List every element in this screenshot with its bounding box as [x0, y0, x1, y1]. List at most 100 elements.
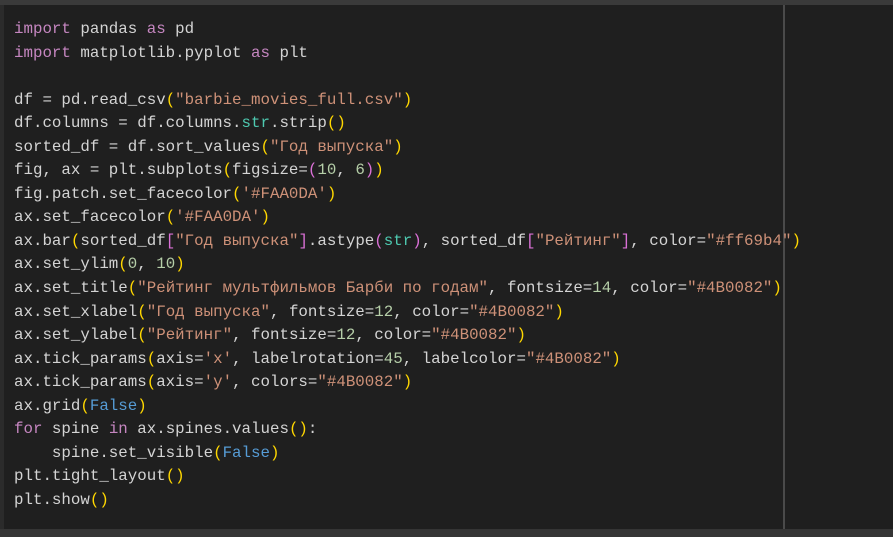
code-line[interactable]: import matplotlib.pyplot as plt — [14, 42, 801, 66]
code-editor[interactable]: import pandas as pd import matplotlib.pyp… — [14, 18, 801, 512]
code-token-id: ax.spines.values — [127, 420, 289, 439]
code-token-id: pd — [165, 20, 195, 38]
code-token-id: axis= — [156, 349, 204, 368]
code-token-br1: ) — [137, 396, 147, 415]
code-token-br1: ) — [772, 279, 782, 298]
code-token-br1: ( — [127, 279, 138, 298]
code-token-id: ax.set_ylabel — [14, 326, 138, 345]
code-token-id: , sorted_df — [421, 231, 526, 250]
code-token-id: , fontsize= — [488, 279, 593, 298]
code-token-str: '#FAA0DA' — [175, 208, 261, 227]
code-token-str: "Рейтинг мультфильмов Барби по годам" — [137, 279, 488, 298]
code-token-str: "barbie_movies_full.csv" — [175, 90, 403, 109]
code-token-br1: ( — [165, 90, 176, 109]
code-token-br1: ) — [260, 208, 270, 227]
code-token-br1: ) — [516, 326, 526, 345]
code-token-br1: ) — [554, 302, 564, 321]
code-line[interactable]: ax.tick_params(axis='y', colors="#4B0082… — [14, 371, 801, 395]
code-line[interactable]: ax.grid(False) — [14, 395, 801, 419]
code-token-id: , labelrotation= — [232, 349, 384, 368]
code-token-num: 12 — [336, 326, 356, 345]
code-token-br1: ( — [222, 161, 233, 180]
code-token-id: ax.bar — [14, 231, 71, 250]
code-line[interactable]: plt.tight_layout() — [14, 465, 801, 489]
code-token-br1: ) — [393, 137, 403, 156]
code-token-id: ax.tick_params — [14, 349, 147, 368]
code-token-id: , fontsize= — [232, 326, 337, 345]
code-token-str: '#FAA0DA' — [241, 184, 327, 203]
code-token-const: False — [89, 396, 138, 415]
horizontal-scrollbar[interactable] — [0, 529, 893, 537]
code-token-id: figsize= — [232, 161, 308, 180]
code-line[interactable]: ax.set_facecolor('#FAA0DA') — [14, 206, 801, 230]
code-token-str: "Рейтинг" — [535, 231, 621, 250]
code-token-str: "#4B0082" — [525, 349, 612, 368]
code-token-cls: str — [241, 114, 270, 133]
code-token-id: df.columns = df.columns. — [14, 114, 242, 133]
code-token-str: "#ff69b4" — [706, 231, 792, 250]
code-token-br1: ( — [80, 396, 90, 415]
code-token-br1: ) — [374, 161, 384, 180]
code-token-br1: ( — [137, 302, 147, 321]
code-line[interactable]: ax.bar(sorted_df["Год выпуска"].astype(s… — [14, 230, 801, 254]
code-token-id: ax.set_ylim — [14, 255, 119, 274]
code-token-br1: ) — [269, 443, 280, 462]
code-token-num: 12 — [374, 302, 394, 321]
code-token-br1: () — [288, 420, 308, 439]
code-line[interactable] — [14, 65, 801, 89]
code-token-id: pandas — [70, 20, 147, 38]
code-token-num: 45 — [383, 349, 403, 368]
code-token-str: "#4B0082" — [469, 302, 555, 321]
code-token-num: 0 — [127, 255, 138, 274]
code-line[interactable]: ax.set_title("Рейтинг мультфильмов Барби… — [14, 277, 801, 301]
code-token-br1: ) — [326, 184, 337, 203]
code-token-const: False — [222, 443, 270, 462]
code-token-id: : — [307, 420, 318, 439]
code-token-id: ax.set_title — [14, 279, 128, 298]
code-token-id: sorted_df — [80, 231, 166, 250]
code-token-br1: ) — [611, 349, 621, 368]
code-line[interactable]: for spine in ax.spines.values(): — [14, 418, 801, 442]
code-token-br2: ( — [374, 231, 384, 250]
code-token-id: df = pd.read_csv — [14, 90, 166, 109]
code-line[interactable]: fig, ax = plt.subplots(figsize=(10, 6)) — [14, 159, 801, 183]
code-token-id: .strip — [269, 114, 327, 133]
code-token-br2: [ — [165, 231, 176, 250]
code-line[interactable]: ax.set_ylabel("Рейтинг", fontsize=12, co… — [14, 324, 801, 348]
code-token-id: ax.set_facecolor — [14, 208, 166, 227]
code-token-str: "#4B0082" — [317, 373, 403, 392]
code-token-num: 14 — [592, 279, 612, 298]
code-token-str: 'y' — [203, 373, 233, 392]
code-token-str: "Рейтинг" — [146, 326, 233, 345]
code-token-br2: ) — [412, 231, 422, 250]
code-line[interactable]: df = pd.read_csv("barbie_movies_full.csv… — [14, 89, 801, 113]
code-token-br2: ) — [364, 161, 375, 180]
code-token-br1: () — [326, 114, 346, 133]
code-token-br1: ( — [137, 326, 147, 345]
code-token-br1: ( — [118, 255, 128, 274]
code-token-id: ax.grid — [14, 396, 81, 415]
code-token-br1: ( — [232, 184, 242, 203]
code-line[interactable]: df.columns = df.columns.str.strip() — [14, 112, 801, 136]
code-line[interactable]: ax.tick_params(axis='x', labelrotation=4… — [14, 348, 801, 372]
code-token-id: ax.set_xlabel — [14, 302, 138, 321]
code-token-br1: ( — [213, 443, 223, 462]
code-token-id: , fontsize= — [269, 302, 375, 321]
code-line[interactable]: ax.set_xlabel("Год выпуска", fontsize=12… — [14, 301, 801, 325]
code-token-str: "Год выпуска" — [269, 137, 394, 156]
code-line[interactable]: fig.patch.set_facecolor('#FAA0DA') — [14, 183, 801, 207]
code-token-br1: ( — [70, 231, 81, 250]
editor-top-border — [0, 0, 893, 5]
code-line[interactable]: spine.set_visible(False) — [14, 442, 801, 466]
code-line[interactable]: plt.show() — [14, 489, 801, 513]
code-token-kw: import — [14, 20, 71, 38]
code-line[interactable]: import pandas as pd — [14, 18, 801, 42]
code-line[interactable]: ax.set_ylim(0, 10) — [14, 253, 801, 277]
code-token-br2: ( — [307, 161, 318, 180]
code-line[interactable]: sorted_df = df.sort_values("Год выпуска"… — [14, 136, 801, 160]
code-token-str: 'x' — [203, 349, 233, 368]
code-token-br2: ] — [620, 231, 631, 250]
code-token-str: "#4B0082" — [687, 279, 773, 298]
code-token-id: fig, ax = plt.subplots — [14, 161, 223, 180]
code-token-id: plt — [269, 43, 308, 62]
